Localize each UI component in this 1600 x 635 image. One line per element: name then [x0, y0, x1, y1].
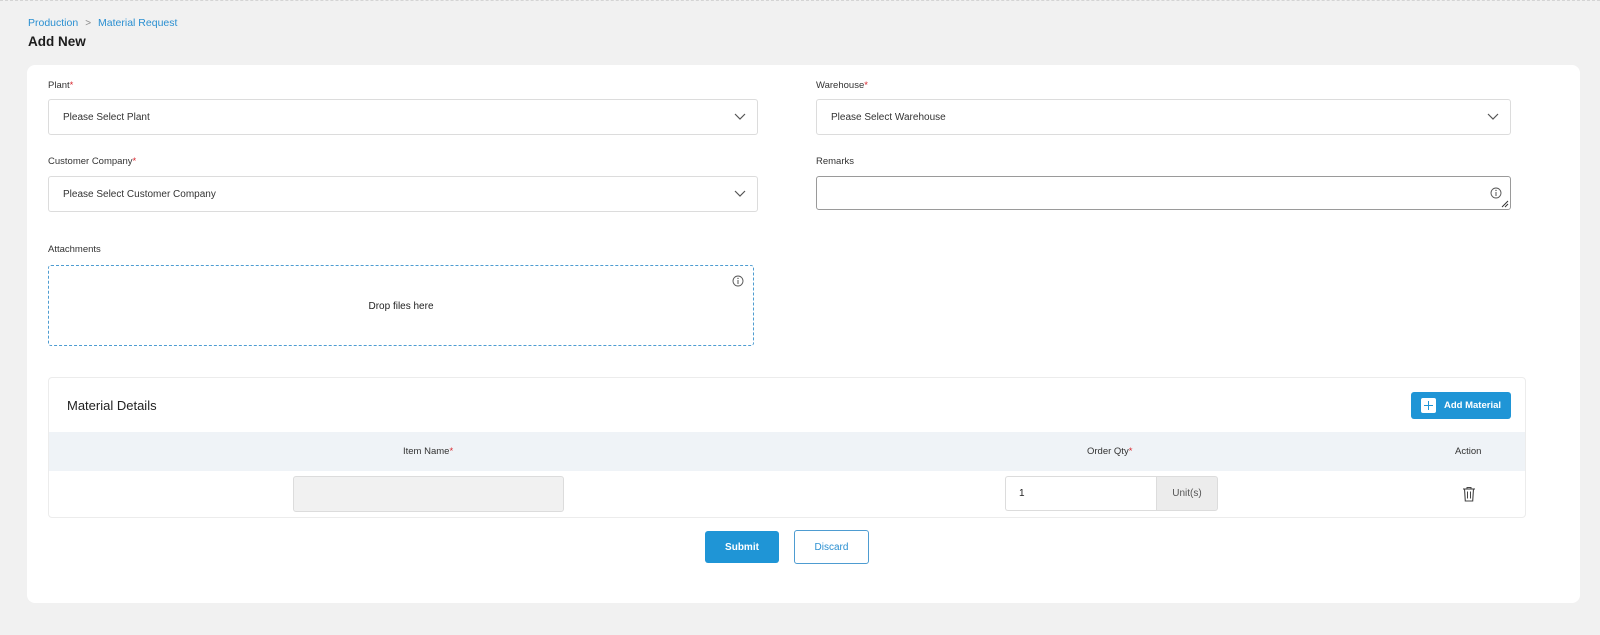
table-header: Item Name* Order Qty* Action [49, 432, 1525, 471]
column-header-action: Action [1455, 446, 1482, 457]
column-header-order-qty-text: Order Qty [1087, 446, 1129, 457]
dropzone-text: Drop files here [368, 301, 434, 312]
form-card: Plant* Please Select Plant Warehouse* Pl… [27, 65, 1580, 603]
attachments-label: Attachments [48, 244, 101, 255]
column-header-item-name: Item Name* [403, 446, 453, 457]
warehouse-select[interactable]: Please Select Warehouse [816, 99, 1511, 135]
customer-company-select[interactable]: Please Select Customer Company [48, 176, 758, 212]
add-material-label: Add Material [1444, 400, 1502, 411]
column-header-item-name-text: Item Name [403, 446, 450, 457]
customer-company-label-text: Customer Company [48, 156, 133, 167]
remarks-label: Remarks [816, 156, 855, 167]
plant-select[interactable]: Please Select Plant [48, 99, 758, 135]
breadcrumb: Production > Material Request [28, 17, 177, 29]
plant-label: Plant* [48, 80, 73, 91]
order-qty-value: 1 [1019, 488, 1025, 499]
material-details-panel: Material Details Add Material Item Name*… [48, 377, 1526, 518]
trash-icon[interactable] [1462, 486, 1476, 502]
plus-icon [1421, 398, 1436, 413]
top-divider [0, 0, 1600, 2]
customer-company-label: Customer Company* [48, 156, 136, 167]
page-title: Add New [28, 34, 86, 49]
warehouse-label-text: Warehouse [816, 80, 865, 91]
material-details-title: Material Details [67, 398, 157, 413]
chevron-down-icon [734, 113, 746, 120]
discard-button[interactable]: Discard [794, 530, 869, 564]
plant-label-text: Plant [48, 80, 70, 91]
attachments-dropzone[interactable]: Drop files here [48, 265, 754, 346]
required-mark: * [449, 446, 454, 457]
required-mark: * [132, 156, 137, 167]
breadcrumb-item-material-request[interactable]: Material Request [98, 17, 177, 29]
info-icon[interactable] [732, 275, 744, 287]
required-mark: * [1128, 446, 1133, 457]
add-material-button[interactable]: Add Material [1411, 392, 1511, 419]
order-qty-input[interactable]: 1 [1005, 476, 1157, 511]
chevron-down-icon [734, 190, 746, 197]
breadcrumb-item-production[interactable]: Production [28, 17, 78, 29]
warehouse-select-value: Please Select Warehouse [831, 111, 946, 123]
breadcrumb-separator: > [85, 17, 92, 29]
required-mark: * [864, 80, 868, 91]
column-header-order-qty: Order Qty* [1087, 446, 1132, 457]
required-mark: * [69, 80, 74, 91]
customer-company-select-value: Please Select Customer Company [63, 188, 216, 200]
chevron-down-icon [1487, 113, 1499, 120]
info-icon[interactable] [1490, 187, 1502, 199]
warehouse-label: Warehouse* [816, 80, 868, 91]
remarks-textarea[interactable] [816, 176, 1511, 210]
unit-addon: Unit(s) [1156, 476, 1218, 511]
resize-handle-icon[interactable] [1501, 200, 1509, 208]
item-name-input[interactable] [293, 476, 564, 512]
plant-select-value: Please Select Plant [63, 111, 150, 123]
submit-button[interactable]: Submit [705, 531, 779, 563]
